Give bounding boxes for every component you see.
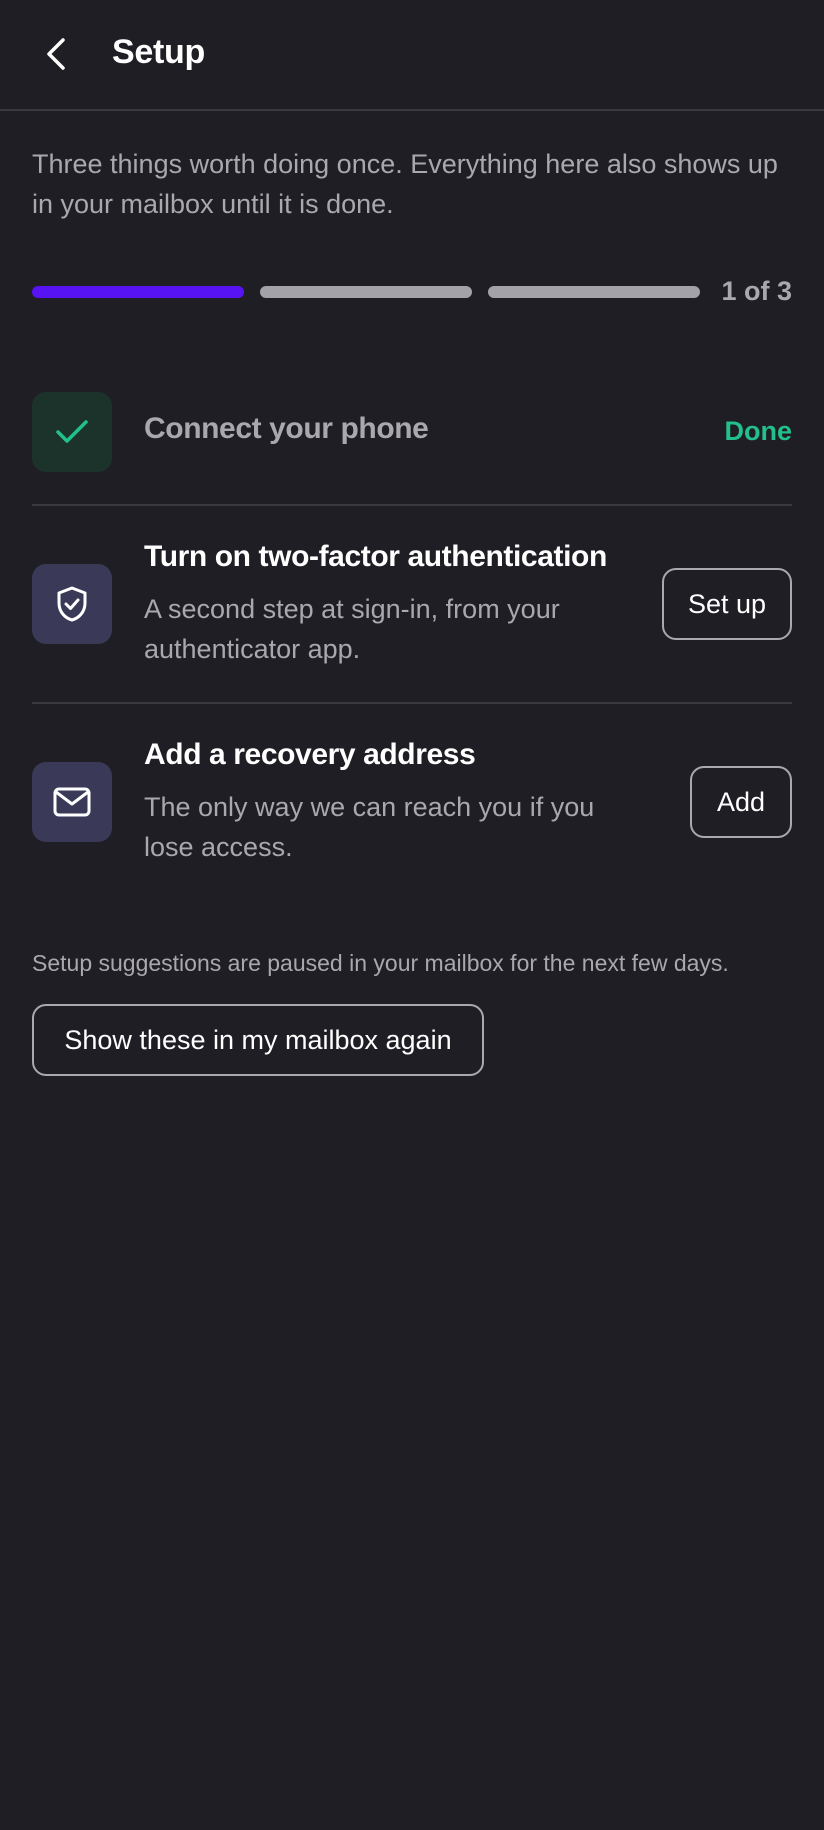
task-description: A second step at sign-in, from your auth… xyxy=(144,594,560,664)
task-connect-phone[interactable]: Connect your phone Done xyxy=(32,392,792,472)
progress-segment-1 xyxy=(32,286,244,298)
task-icon-badge xyxy=(32,762,112,842)
divider xyxy=(32,504,792,506)
task-title: Connect your phone xyxy=(144,412,429,445)
divider xyxy=(32,702,792,704)
paused-note: Setup suggestions are paused in your mai… xyxy=(32,950,729,976)
progress-count: 1 of 3 xyxy=(721,276,792,306)
setup-progress-bar xyxy=(32,284,792,300)
chevron-left-icon xyxy=(47,38,65,70)
show-again-button[interactable]: Show these in my mailbox again xyxy=(32,1004,484,1076)
task-recovery-address: Add a recovery address The only way we c… xyxy=(32,738,792,878)
task-done-badge xyxy=(32,392,112,472)
mail-icon xyxy=(53,787,91,817)
check-icon xyxy=(56,420,88,443)
task-title: Turn on two-factor authentication xyxy=(144,540,607,573)
app-header: Setup xyxy=(0,0,824,111)
intro-text: Three things worth doing once. Everythin… xyxy=(32,149,778,219)
set-up-button[interactable]: Set up xyxy=(662,568,792,640)
task-title: Add a recovery address xyxy=(144,738,476,771)
progress-segment-3 xyxy=(488,286,700,298)
task-status-done: Done xyxy=(724,416,793,446)
shield-check-icon xyxy=(57,586,87,622)
task-two-factor: Turn on two-factor authentication A seco… xyxy=(32,540,792,680)
page-title: Setup xyxy=(112,33,205,71)
task-description: The only way we can reach you if you los… xyxy=(144,792,595,862)
add-button[interactable]: Add xyxy=(690,766,792,838)
back-button[interactable] xyxy=(32,30,80,78)
task-icon-badge xyxy=(32,564,112,644)
progress-segment-2 xyxy=(260,286,472,298)
